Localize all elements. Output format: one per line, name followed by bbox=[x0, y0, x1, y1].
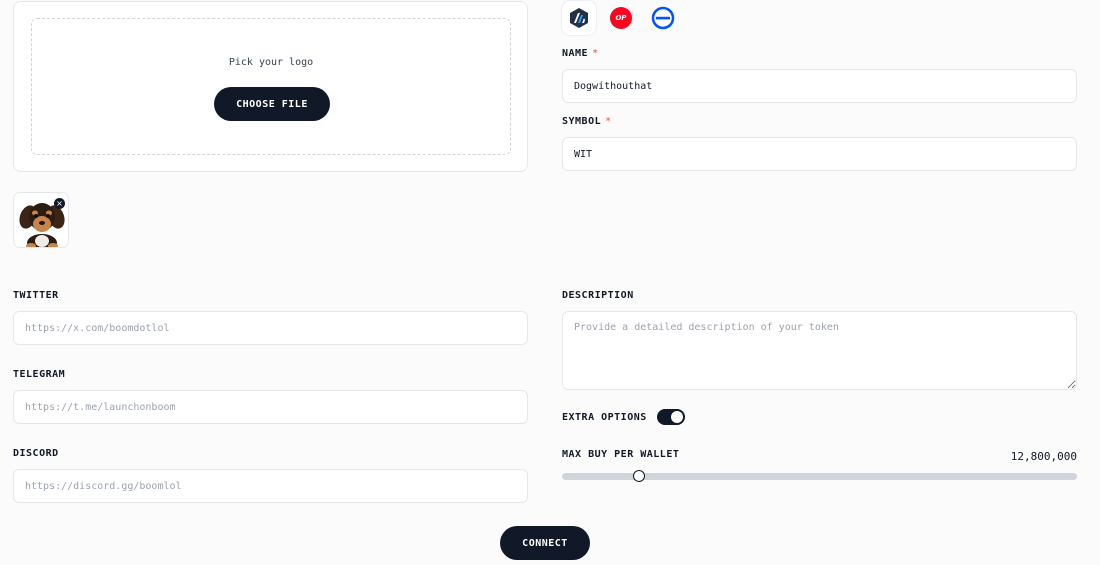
chain-base-button[interactable] bbox=[646, 1, 680, 35]
logo-dropzone[interactable]: Pick your logo CHOOSE FILE bbox=[31, 18, 511, 155]
symbol-label: SYMBOL * bbox=[562, 116, 612, 127]
remove-logo-icon[interactable]: × bbox=[54, 198, 65, 209]
name-label: NAME * bbox=[562, 48, 599, 59]
extra-options-label: EXTRA OPTIONS bbox=[562, 412, 647, 423]
discord-label: DISCORD bbox=[13, 448, 59, 459]
optimism-label: OP bbox=[615, 14, 627, 22]
description-textarea[interactable] bbox=[562, 311, 1077, 390]
chain-optimism-button[interactable]: OP bbox=[604, 1, 638, 35]
description-label: DESCRIPTION bbox=[562, 290, 634, 301]
name-input[interactable] bbox=[562, 69, 1077, 103]
optimism-icon: OP bbox=[610, 7, 632, 29]
max-buy-slider[interactable] bbox=[562, 469, 1077, 482]
pick-logo-text: Pick your logo bbox=[228, 57, 314, 68]
name-required-mark: * bbox=[592, 48, 599, 59]
choose-file-button[interactable]: CHOOSE FILE bbox=[214, 87, 330, 121]
symbol-input[interactable] bbox=[562, 137, 1077, 171]
twitter-input[interactable] bbox=[13, 311, 528, 345]
logo-upload-card: Pick your logo CHOOSE FILE bbox=[13, 1, 528, 172]
max-buy-label: MAX BUY PER WALLET bbox=[562, 449, 680, 460]
twitter-label: TWITTER bbox=[13, 290, 59, 301]
connect-button[interactable]: CONNECT bbox=[500, 526, 590, 560]
toggle-knob bbox=[671, 411, 683, 423]
symbol-label-text: SYMBOL bbox=[562, 116, 602, 127]
name-label-text: NAME bbox=[562, 48, 589, 59]
max-buy-slider-thumb[interactable] bbox=[633, 469, 646, 482]
chain-arbitrum-button[interactable] bbox=[562, 1, 596, 35]
telegram-input[interactable] bbox=[13, 390, 528, 424]
base-icon bbox=[651, 6, 675, 30]
symbol-required-mark: * bbox=[605, 116, 612, 127]
discord-input[interactable] bbox=[13, 469, 528, 503]
logo-thumbnail: × bbox=[13, 192, 69, 248]
max-buy-value: 12,800,000 bbox=[1010, 450, 1077, 463]
extra-options-toggle[interactable] bbox=[657, 409, 685, 425]
arbitrum-icon bbox=[570, 8, 588, 28]
telegram-label: TELEGRAM bbox=[13, 369, 66, 380]
